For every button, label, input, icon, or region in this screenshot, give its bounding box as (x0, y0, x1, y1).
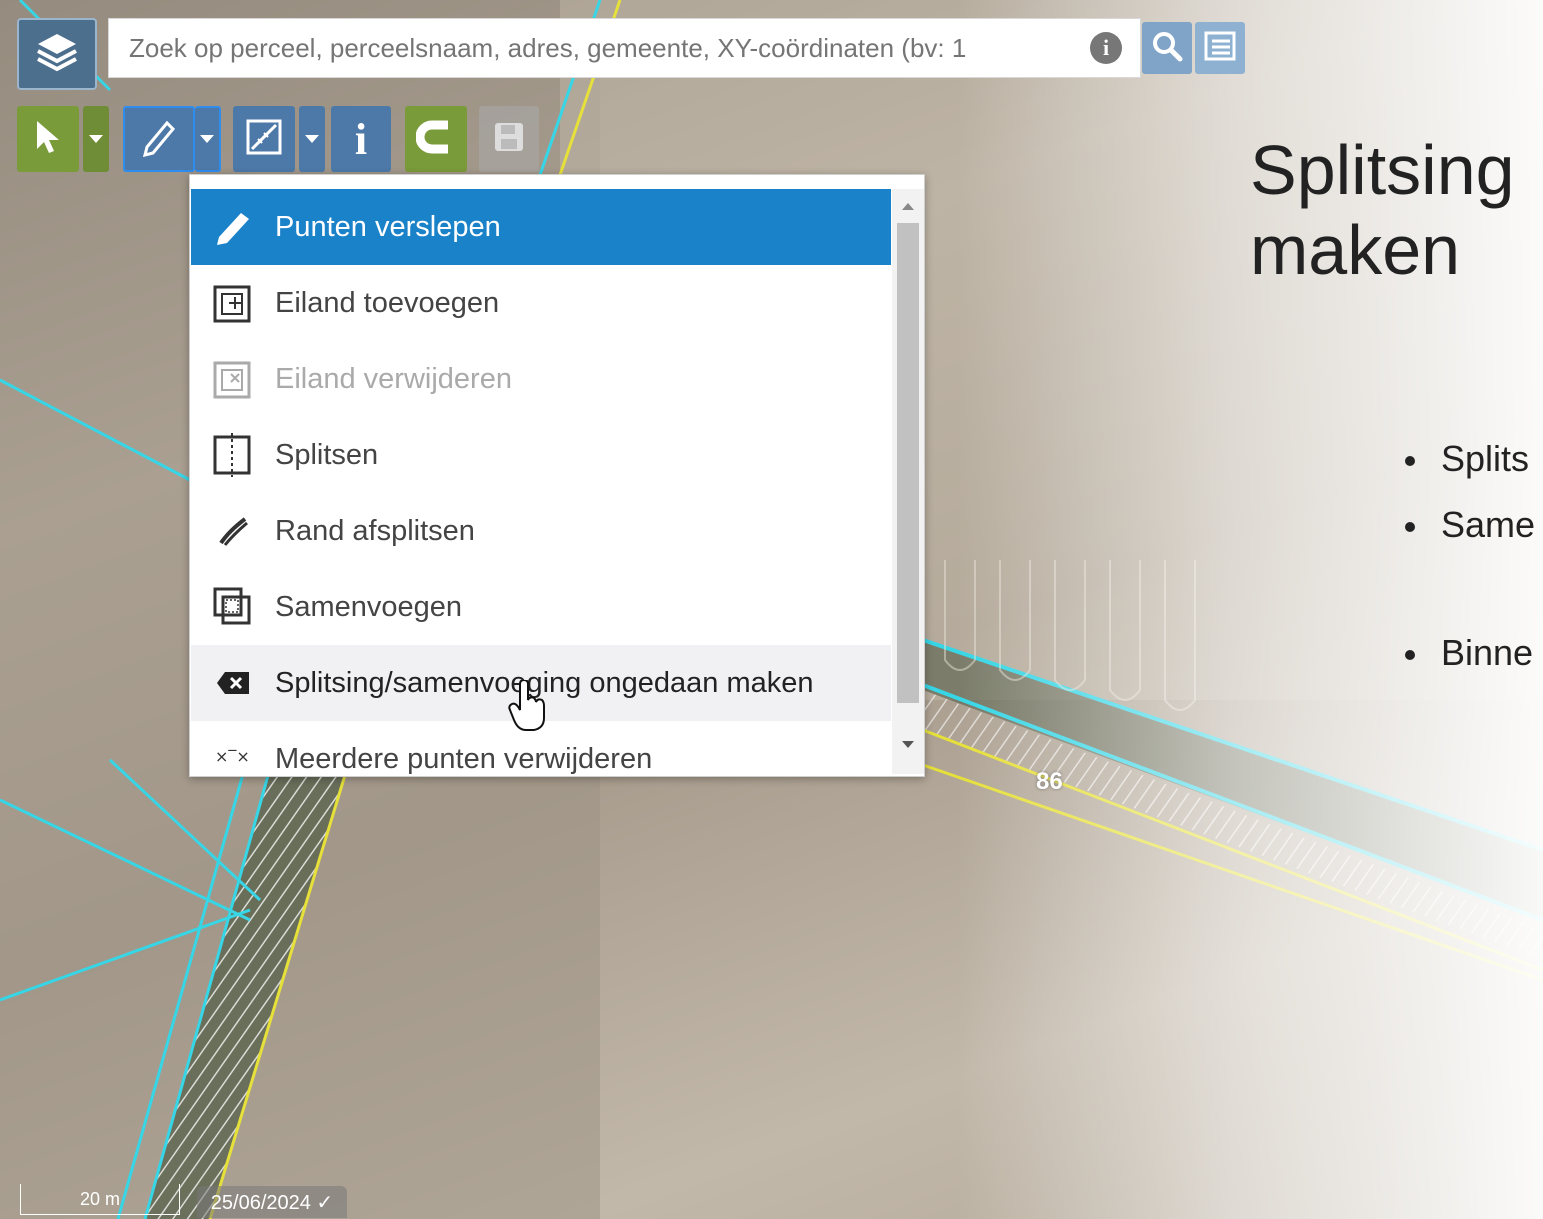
scroll-up-icon[interactable] (902, 203, 914, 210)
info-icon[interactable]: i (1090, 32, 1122, 64)
layers-icon (34, 30, 80, 78)
menu-item-label: Eiland toevoegen (275, 286, 500, 319)
save-icon (492, 120, 526, 158)
slide-bullet-text: Splits (1441, 438, 1530, 479)
remove-island-icon (191, 357, 275, 401)
bullet-dot (1405, 522, 1415, 533)
measure-tool-dropdown[interactable] (299, 106, 325, 172)
layers-button[interactable] (17, 18, 97, 90)
undo-split-icon (191, 668, 275, 698)
slide-bullet-text: Same (1441, 504, 1536, 545)
menu-item-punten-verslepen[interactable]: Punten verslepen (191, 189, 891, 265)
add-island-icon (191, 281, 275, 325)
menu-item-label: Meerdere punten verwijderen (275, 742, 653, 775)
search-icon (1150, 29, 1184, 67)
chevron-down-icon (200, 135, 214, 143)
bullet-dot (1405, 650, 1415, 661)
select-tool-dropdown[interactable] (83, 106, 109, 172)
info-icon: i (354, 114, 368, 164)
imagery-date-badge[interactable]: 25/06/2024 ✓ (197, 1186, 347, 1218)
search-bar (108, 18, 1141, 78)
menu-item-samenvoegen[interactable]: Samenvoegen (191, 569, 891, 645)
slide-title: Splitsing maken (1250, 130, 1515, 290)
scale-bar: 20 m (20, 1184, 180, 1215)
menu-item-rand-afsplitsen[interactable]: Rand afsplitsen (191, 493, 891, 569)
menu-item-splitsen[interactable]: Splitsen (191, 417, 891, 493)
scroll-down-icon[interactable] (902, 741, 914, 748)
search-input[interactable] (127, 31, 1071, 65)
chevron-down-icon (305, 135, 319, 143)
results-list-button[interactable] (1195, 22, 1245, 74)
pointer-icon (33, 119, 63, 159)
svg-text:×‾×: ×‾× (215, 747, 250, 766)
magnet-icon (415, 117, 456, 161)
edit-tool-button[interactable] (123, 106, 195, 172)
slide-title-line-1: Splitsing (1250, 131, 1515, 209)
slide-bullet: Binne (1405, 632, 1533, 674)
delete-points-icon: ×‾× (191, 744, 275, 774)
scroll-thumb[interactable] (897, 223, 919, 703)
menu-item-eiland-verwijderen[interactable]: Eiland verwijderen (191, 341, 891, 417)
measure-tool-button[interactable] (233, 106, 295, 172)
menu-item-label: Splitsen (275, 438, 379, 471)
menu-item-label: Punten verslepen (275, 210, 501, 243)
slide-bullet-text: Binne (1441, 632, 1534, 673)
info-tool-button[interactable]: i (331, 106, 391, 172)
menu-item-label: Rand afsplitsen (275, 514, 475, 547)
menu-item-eiland-toevoegen[interactable]: Eiland toevoegen (191, 265, 891, 341)
split-icon (191, 433, 275, 477)
chevron-down-icon (89, 135, 103, 143)
edge-split-icon (191, 511, 275, 551)
snap-tool-button[interactable] (405, 106, 467, 172)
edit-tool-dropdown[interactable] (195, 106, 221, 172)
parcel-label: 86 (1036, 768, 1063, 795)
menu-scrollbar[interactable] (892, 189, 924, 774)
select-tool-button[interactable] (17, 106, 79, 172)
edit-mode-menu: Punten verslepen Eiland toevoegen Eiland… (189, 174, 925, 777)
menu-item-label: Eiland verwijderen (275, 362, 512, 395)
save-tool-button[interactable] (479, 106, 539, 172)
measure-icon (244, 117, 284, 161)
menu-item-label: Samenvoegen (275, 590, 463, 623)
search-button[interactable] (1142, 22, 1192, 74)
pencil-icon (191, 207, 275, 247)
bullet-dot (1405, 456, 1415, 467)
slide-bullet: Same (1405, 504, 1535, 546)
merge-icon (191, 585, 275, 629)
pencil-icon (139, 117, 179, 161)
list-icon (1204, 31, 1236, 65)
slide-bullet: Splits (1405, 438, 1529, 480)
slide-title-line-2: maken (1250, 211, 1461, 289)
hand-cursor-icon (508, 678, 548, 736)
